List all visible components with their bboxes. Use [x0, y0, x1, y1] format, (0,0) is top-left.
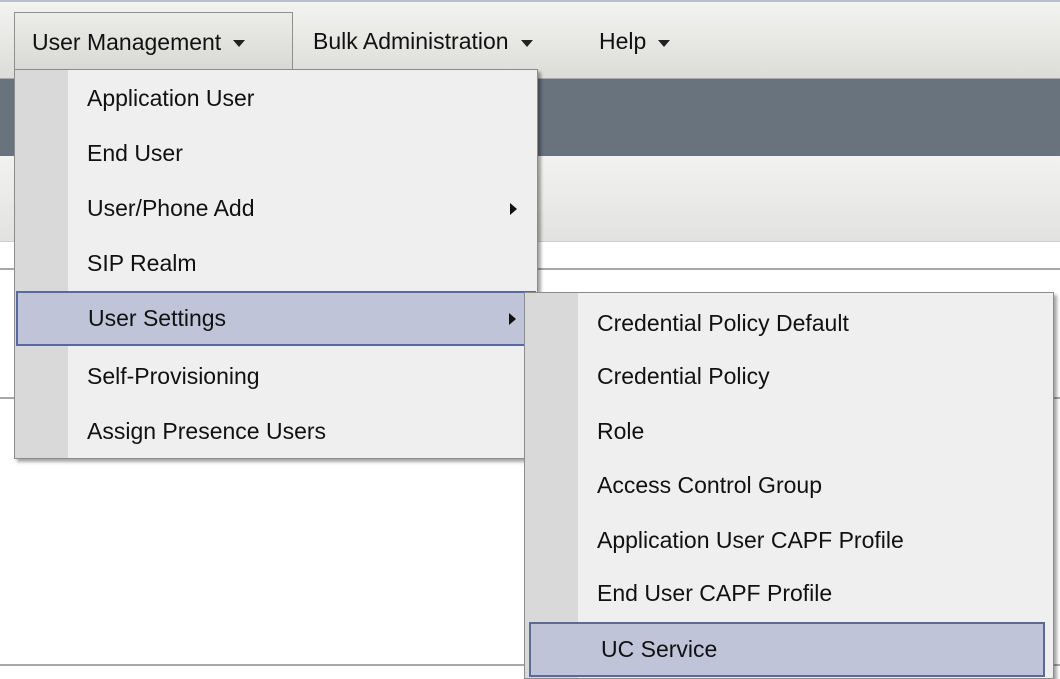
- menu-item-assign-presence-users[interactable]: Assign Presence Users: [17, 404, 535, 459]
- menu-item-user-phone-add[interactable]: User/Phone Add: [17, 181, 535, 236]
- menu-item-self-provisioning[interactable]: Self-Provisioning: [17, 349, 535, 404]
- menu-item-label: Credential Policy: [597, 363, 770, 389]
- menu-item-sip-realm[interactable]: SIP Realm: [17, 236, 535, 291]
- chevron-right-icon: [510, 202, 517, 215]
- menu-item-label: Application User CAPF Profile: [597, 527, 904, 553]
- menu-item-label: UC Service: [601, 636, 718, 662]
- menu-item-label: User Settings: [88, 305, 227, 331]
- chevron-down-icon: [233, 40, 246, 47]
- submenu-item-role[interactable]: Role: [527, 404, 1051, 459]
- menu-item-label: SIP Realm: [87, 250, 197, 276]
- menu-help-label: Help: [599, 28, 647, 54]
- chevron-down-icon: [520, 39, 533, 47]
- menu-help[interactable]: Help: [599, 12, 671, 71]
- menu-item-label: Self-Provisioning: [87, 363, 260, 389]
- menu-bulk-administration-label: Bulk Administration: [313, 28, 509, 54]
- submenu-item-end-user-capf-profile[interactable]: End User CAPF Profile: [527, 566, 1051, 621]
- menu-item-label: Assign Presence Users: [87, 418, 327, 444]
- user-management-dropdown: Application User End User User/Phone Add…: [14, 69, 538, 459]
- menu-item-label: End User: [87, 140, 183, 166]
- submenu-item-application-user-capf-profile[interactable]: Application User CAPF Profile: [527, 513, 1051, 568]
- submenu-item-uc-service[interactable]: UC Service: [529, 622, 1045, 677]
- chevron-down-icon: [658, 39, 671, 47]
- menu-item-end-user[interactable]: End User: [17, 126, 535, 181]
- submenu-item-credential-policy-default[interactable]: Credential Policy Default: [527, 296, 1051, 351]
- menu-item-label: User/Phone Add: [87, 195, 255, 221]
- menu-bar: User Management Bulk Administration Help: [0, 0, 1060, 79]
- menu-item-label: End User CAPF Profile: [597, 580, 833, 606]
- submenu-item-access-control-group[interactable]: Access Control Group: [527, 458, 1051, 513]
- menu-item-user-settings[interactable]: User Settings: [16, 291, 536, 346]
- menu-item-application-user[interactable]: Application User: [17, 71, 535, 126]
- menu-item-label: Access Control Group: [597, 472, 822, 498]
- menu-user-management[interactable]: User Management: [14, 12, 293, 71]
- submenu-item-credential-policy[interactable]: Credential Policy: [527, 349, 1051, 404]
- menu-user-management-label: User Management: [32, 28, 222, 55]
- menu-item-label: Role: [597, 418, 645, 444]
- menu-item-label: Application User: [87, 85, 255, 111]
- chevron-right-icon: [509, 312, 516, 325]
- menu-item-label: Credential Policy Default: [597, 310, 849, 336]
- user-settings-submenu: Credential Policy Default Credential Pol…: [524, 292, 1054, 679]
- menu-bulk-administration[interactable]: Bulk Administration: [313, 12, 533, 71]
